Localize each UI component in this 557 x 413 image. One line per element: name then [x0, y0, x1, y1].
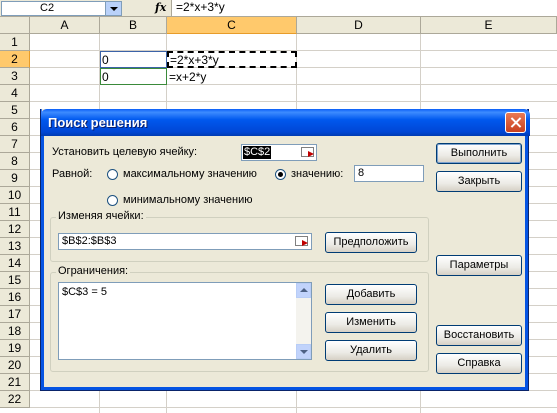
- radio-max-label[interactable]: максимальному значению: [123, 168, 257, 181]
- constraints-group-bottom: [50, 376, 429, 377]
- row-header-18[interactable]: 18: [0, 323, 30, 340]
- add-button[interactable]: Добавить: [325, 284, 417, 305]
- target-cell-field[interactable]: $C$2: [241, 144, 317, 161]
- delete-button[interactable]: Удалить: [325, 340, 417, 361]
- insert-function-icon[interactable]: fx: [155, 1, 166, 14]
- radio-max[interactable]: [107, 169, 118, 180]
- row-header-5[interactable]: 5: [0, 102, 30, 119]
- options-button[interactable]: Параметры: [436, 255, 522, 276]
- radio-min[interactable]: [107, 195, 118, 206]
- row-header-19[interactable]: 19: [0, 340, 30, 357]
- row-header-14[interactable]: 14: [0, 255, 30, 272]
- cell-b3-value: 0: [102, 70, 109, 84]
- name-box-dropdown-icon[interactable]: [105, 2, 121, 15]
- change-button[interactable]: Изменить: [325, 312, 417, 333]
- cell-b2[interactable]: 0: [100, 51, 167, 68]
- row-header-2[interactable]: 2: [0, 51, 30, 68]
- help-button[interactable]: Справка: [436, 353, 522, 374]
- constraints-label: Ограничения:: [56, 265, 131, 278]
- dialog-title-bar[interactable]: Поиск решения: [41, 109, 530, 136]
- name-box-value: C2: [40, 2, 55, 14]
- column-header-a[interactable]: A: [30, 17, 100, 34]
- row-header-15[interactable]: 15: [0, 272, 30, 289]
- scroll-up-icon[interactable]: [296, 283, 311, 298]
- row-header-13[interactable]: 13: [0, 238, 30, 255]
- row-header-6[interactable]: 6: [0, 119, 30, 136]
- column-headers: A B C D E: [0, 17, 557, 34]
- radio-min-label[interactable]: минимальному значению: [123, 194, 253, 207]
- column-header-d[interactable]: D: [297, 17, 421, 34]
- solver-dialog: Поиск решения Установить целевую ячейку:…: [40, 109, 530, 391]
- column-header-e[interactable]: E: [421, 17, 557, 34]
- row-header-7[interactable]: 7: [0, 136, 30, 153]
- row-header-22[interactable]: 22: [0, 391, 30, 408]
- close-button[interactable]: Закрыть: [436, 171, 522, 192]
- guess-button[interactable]: Предположить: [325, 232, 417, 253]
- row-header-10[interactable]: 10: [0, 187, 30, 204]
- row-header-17[interactable]: 17: [0, 306, 30, 323]
- constraints-list[interactable]: $C$3 = 5: [58, 282, 312, 360]
- constraint-item[interactable]: $C$3 = 5: [62, 286, 107, 299]
- row-header-9[interactable]: 9: [0, 170, 30, 187]
- select-all-button[interactable]: [0, 17, 30, 34]
- row-header-20[interactable]: 20: [0, 357, 30, 374]
- collapse-dialog-icon[interactable]: [294, 235, 309, 248]
- cell-c2-value: =2*x+3*y: [170, 53, 219, 67]
- scroll-down-icon[interactable]: [296, 344, 311, 359]
- target-cell-value: $C$2: [243, 146, 272, 159]
- equal-to-label: Равной:: [52, 168, 93, 180]
- radio-value[interactable]: [275, 169, 286, 180]
- formula-bar: C2 fx =2*x+3*y: [0, 0, 557, 17]
- radio-value-label[interactable]: значению:: [291, 168, 343, 181]
- collapse-dialog-icon[interactable]: [300, 146, 315, 159]
- row-header-1[interactable]: 1: [0, 34, 30, 51]
- dialog-title: Поиск решения: [48, 115, 148, 130]
- cell-c3-value[interactable]: =x+2*y: [169, 69, 206, 85]
- reset-button[interactable]: Восстановить: [436, 325, 522, 346]
- changing-cells-field[interactable]: $B$2:$B$3: [58, 233, 312, 250]
- name-box[interactable]: C2: [1, 1, 122, 16]
- cell-c2[interactable]: =2*x+3*y: [167, 51, 297, 68]
- cell-b2-value: 0: [102, 53, 109, 67]
- cell-b3[interactable]: 0: [100, 68, 167, 85]
- target-cell-label: Установить целевую ячейку:: [52, 146, 198, 158]
- row-header-11[interactable]: 11: [0, 204, 30, 221]
- changing-cells-label: Изменяя ячейки:: [56, 210, 146, 223]
- close-icon[interactable]: [505, 112, 526, 133]
- row-header-16[interactable]: 16: [0, 289, 30, 306]
- row-header-21[interactable]: 21: [0, 374, 30, 391]
- column-header-b[interactable]: B: [100, 17, 167, 34]
- solve-button[interactable]: Выполнить: [436, 143, 522, 164]
- row-header-8[interactable]: 8: [0, 153, 30, 170]
- column-header-c[interactable]: C: [167, 17, 297, 34]
- constraints-scrollbar[interactable]: [296, 283, 311, 359]
- row-header-4[interactable]: 4: [0, 85, 30, 102]
- row-header-3[interactable]: 3: [0, 68, 30, 85]
- dialog-body: Установить целевую ячейку: $C$2 Равной: …: [44, 136, 527, 388]
- row-header-12[interactable]: 12: [0, 221, 30, 238]
- formula-input[interactable]: =2*x+3*y: [171, 0, 557, 16]
- value-field[interactable]: 8: [354, 165, 424, 182]
- changing-cells-value: $B$2:$B$3: [62, 235, 117, 247]
